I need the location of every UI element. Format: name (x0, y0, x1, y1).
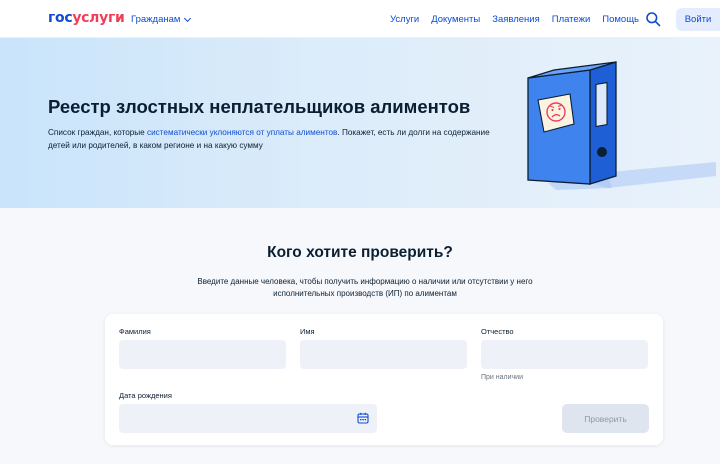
nav-item-applications[interactable]: Заявления (492, 14, 540, 25)
nav-item-help[interactable]: Помощь (602, 14, 639, 25)
patronymic-field[interactable] (481, 340, 648, 369)
surname-field[interactable] (119, 340, 286, 369)
binder-illustration (527, 61, 716, 190)
logo-part-uslugi: услуги (72, 10, 125, 26)
page-title: Реестр злостных неплательщиков алиментов (48, 96, 471, 117)
hero-description: Список граждан, которые систематически у… (48, 126, 498, 152)
logo-part-gos: гос (48, 10, 73, 26)
name-label: Имя (300, 327, 315, 336)
search-icon[interactable] (645, 11, 661, 27)
patronymic-hint: При наличии (481, 374, 523, 381)
search-form: Фамилия Имя Отчество При наличии Дата ро… (105, 314, 663, 445)
hero-desc-link[interactable]: систематически уклоняются от уплаты алим… (147, 128, 337, 137)
submit-button[interactable]: Проверить (562, 404, 649, 433)
check-description: Введите данные человека, чтобы получить … (197, 277, 533, 298)
surname-label: Фамилия (119, 327, 151, 336)
chevron-down-icon (184, 14, 192, 22)
login-button[interactable]: Войти (676, 8, 720, 31)
check-title: Кого хотите проверить? (267, 244, 453, 261)
audience-selector[interactable]: Гражданам (131, 14, 192, 25)
birthdate-label: Дата рождения (119, 391, 172, 400)
hero-banner: Реестр злостных неплательщиков алиментов… (0, 38, 720, 208)
calendar-icon[interactable] (357, 412, 369, 424)
nav-item-services[interactable]: Услуги (390, 14, 419, 25)
main-nav: Услуги Документы Заявления Платежи Помощ… (390, 14, 639, 25)
audience-label: Гражданам (131, 14, 181, 25)
nav-item-payments[interactable]: Платежи (552, 14, 591, 25)
patronymic-label: Отчество (481, 327, 514, 336)
birthdate-field[interactable] (119, 404, 377, 433)
site-header: госуслуги Гражданам Услуги Документы Зая… (0, 0, 720, 38)
gosuslugi-logo[interactable]: госуслуги (48, 10, 125, 26)
nav-item-documents[interactable]: Документы (431, 14, 480, 25)
name-field[interactable] (300, 340, 467, 369)
hero-desc-part1: Список граждан, которые (48, 128, 148, 137)
